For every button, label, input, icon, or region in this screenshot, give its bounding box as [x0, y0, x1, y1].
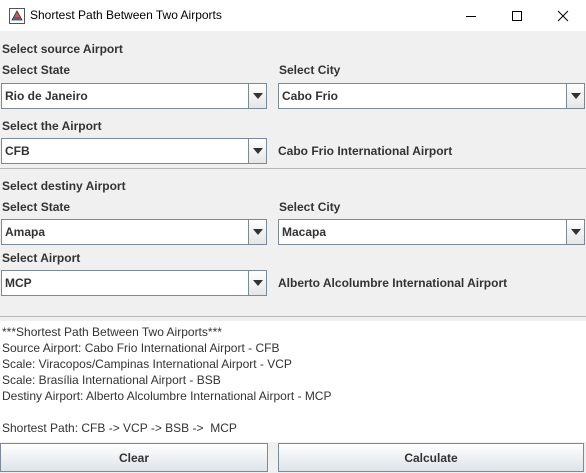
source-airport-value: CFB [5, 144, 30, 158]
destiny-airport-heading: Select destiny Airport [2, 179, 126, 193]
result-line: ***Shortest Path Between Two Airports*** [2, 325, 222, 339]
source-city-dropdown-arrow[interactable] [566, 84, 584, 108]
destiny-city-dropdown-arrow[interactable] [566, 220, 584, 244]
minimize-button[interactable] [448, 0, 494, 31]
result-line [2, 404, 586, 420]
close-button[interactable] [540, 0, 586, 31]
source-city-select[interactable]: Cabo Frio [278, 83, 585, 109]
source-state-dropdown-arrow[interactable] [248, 84, 266, 108]
chevron-down-icon [252, 93, 263, 99]
source-airport-name: Cabo Frio International Airport [278, 144, 453, 158]
chevron-down-icon [570, 229, 581, 235]
java-app-icon [9, 8, 25, 24]
source-state-label: Select State [2, 63, 71, 77]
destiny-state-label: Select State [2, 200, 71, 214]
destiny-airport-label: Select Airport [2, 251, 81, 265]
close-icon [557, 10, 569, 21]
destiny-state-select[interactable]: Amapa [1, 219, 267, 245]
source-airport-dropdown-arrow[interactable] [248, 139, 266, 163]
source-airport-select[interactable]: CFB [1, 138, 267, 164]
title-bar: Shortest Path Between Two Airports [0, 0, 586, 31]
result-line: Shortest Path: CFB -> VCP -> BSB -> MCP [2, 421, 237, 435]
destiny-city-value: Macapa [282, 225, 327, 239]
source-state-select[interactable]: Rio de Janeiro [1, 83, 267, 109]
destiny-airport-name: Alberto Alcolumbre International Airport [278, 276, 508, 290]
chevron-down-icon [252, 229, 263, 235]
source-city-label: Select City [279, 63, 341, 77]
destiny-state-dropdown-arrow[interactable] [248, 220, 266, 244]
section-divider [0, 316, 586, 317]
section-divider [0, 168, 586, 169]
source-state-value: Rio de Janeiro [5, 89, 88, 103]
window-title: Shortest Path Between Two Airports [30, 8, 222, 22]
result-line: Destiny Airport: Alberto Alcolumbre Inte… [2, 389, 332, 403]
destiny-city-select[interactable]: Macapa [278, 219, 585, 245]
maximize-button[interactable] [494, 0, 540, 31]
chevron-down-icon [252, 280, 263, 286]
chevron-down-icon [252, 148, 263, 154]
source-city-value: Cabo Frio [282, 89, 338, 103]
result-text-area[interactable]: ***Shortest Path Between Two Airports***… [0, 321, 586, 442]
minimize-icon [466, 15, 476, 17]
maximize-icon [512, 10, 522, 21]
result-line: Scale: Viracopos/Campinas International … [2, 357, 292, 371]
destiny-airport-select[interactable]: MCP [1, 270, 267, 296]
chevron-down-icon [570, 93, 581, 99]
clear-button[interactable]: Clear [0, 443, 268, 472]
destiny-state-value: Amapa [5, 225, 46, 239]
calculate-button[interactable]: Calculate [278, 443, 584, 472]
destiny-airport-dropdown-arrow[interactable] [248, 271, 266, 295]
source-airport-heading: Select source Airport [2, 42, 123, 56]
result-line: Scale: Brasília International Airport - … [2, 373, 221, 387]
destiny-airport-value: MCP [5, 276, 32, 290]
source-airport-label: Select the Airport [2, 119, 102, 133]
result-line: Source Airport: Cabo Frio International … [2, 341, 280, 355]
destiny-city-label: Select City [279, 200, 341, 214]
